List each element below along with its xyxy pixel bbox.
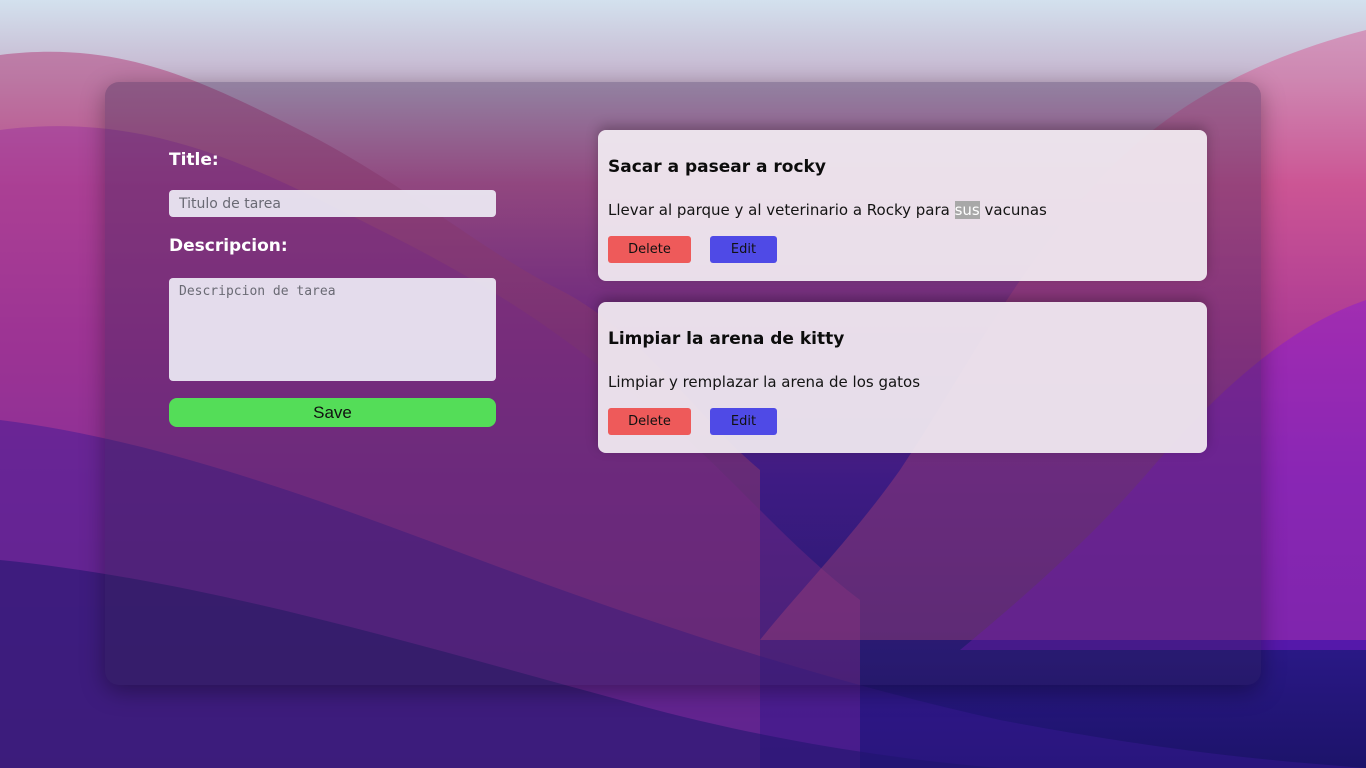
task-description: Limpiar y remplazar la arena de los gato… — [608, 372, 1197, 392]
task-title: Limpiar la arena de kitty — [608, 329, 845, 349]
task-actions: Delete Edit — [608, 236, 1197, 263]
task-description-text: Limpiar y remplazar la arena de los gato… — [608, 373, 921, 391]
edit-button[interactable]: Edit — [710, 408, 777, 435]
text-selection-highlight: sus — [954, 201, 980, 219]
task-title: Sacar a pasear a rocky — [608, 157, 826, 177]
main-panel: Title: Descripcion: Save Sacar a pasear … — [105, 82, 1261, 685]
task-actions: Delete Edit — [608, 408, 1197, 435]
task-card: Limpiar la arena de kitty Limpiar y remp… — [598, 302, 1207, 453]
task-list: Sacar a pasear a rocky Llevar al parque … — [598, 130, 1207, 474]
description-label: Descripcion: — [169, 236, 288, 256]
task-card: Sacar a pasear a rocky Llevar al parque … — [598, 130, 1207, 281]
title-label: Title: — [169, 150, 219, 170]
delete-button[interactable]: Delete — [608, 408, 691, 435]
task-form: Title: Descripcion: Save — [169, 150, 496, 427]
save-button[interactable]: Save — [169, 398, 496, 427]
task-description-text: Llevar al parque y al veterinario a Rock… — [608, 201, 955, 219]
description-textarea[interactable] — [169, 278, 496, 381]
task-description: Llevar al parque y al veterinario a Rock… — [608, 200, 1197, 220]
task-description-text-end: vacunas — [979, 201, 1047, 219]
delete-button[interactable]: Delete — [608, 236, 691, 263]
edit-button[interactable]: Edit — [710, 236, 777, 263]
title-input[interactable] — [169, 190, 496, 217]
